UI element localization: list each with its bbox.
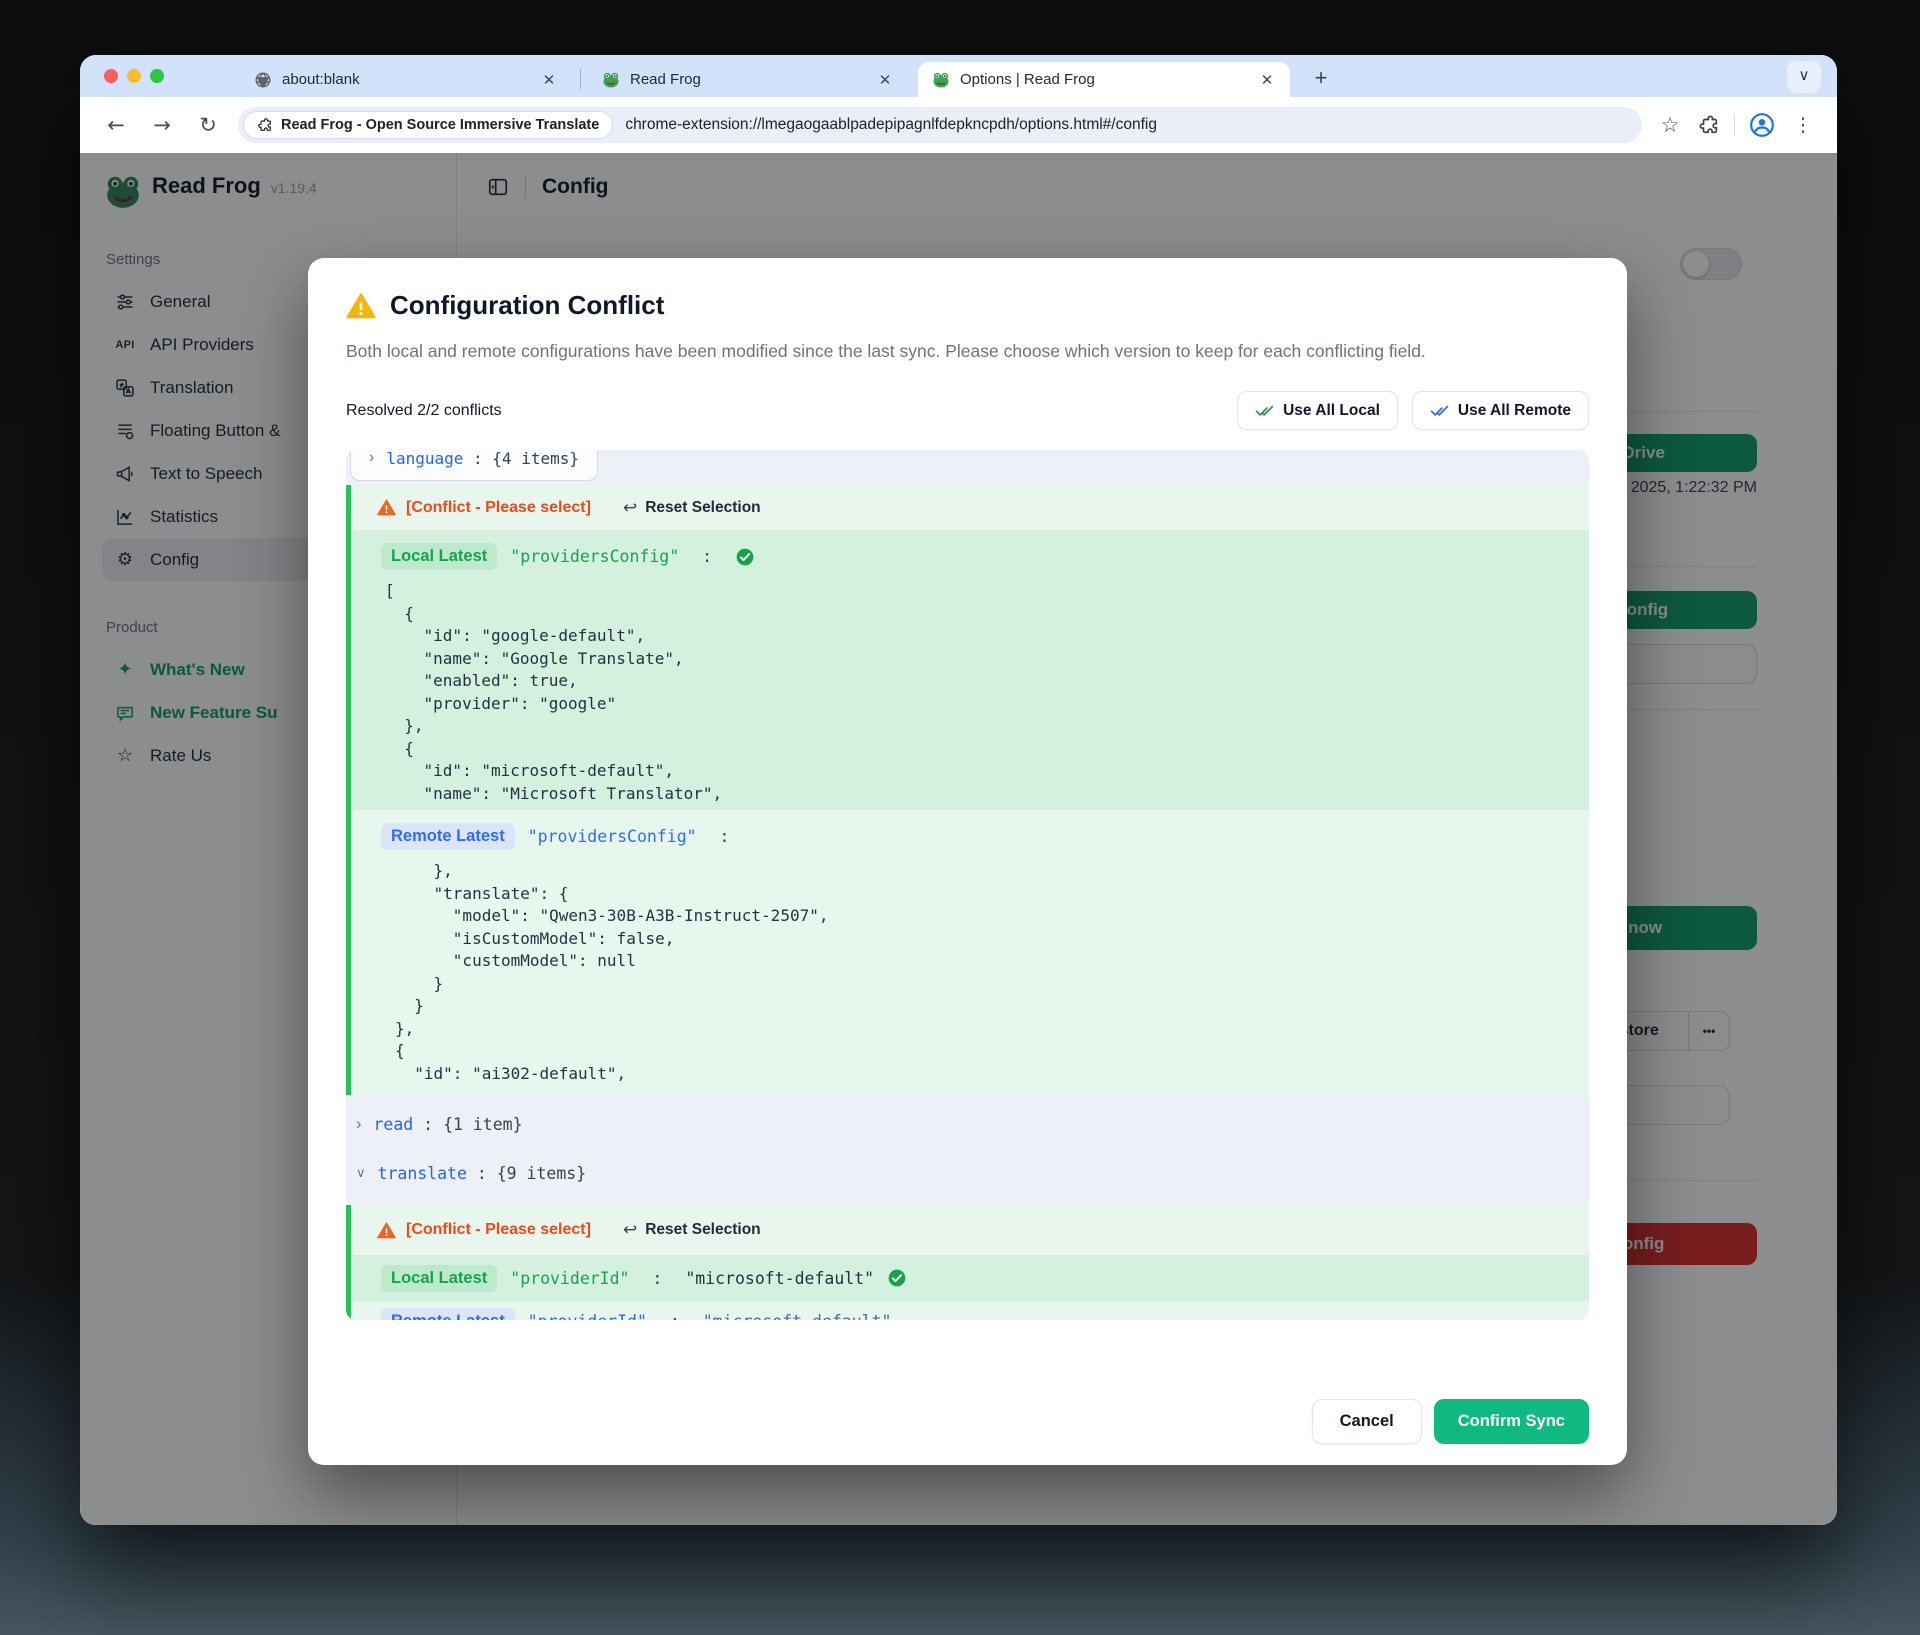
conflict-label: [Conflict - Please select] (406, 499, 591, 517)
configuration-conflict-dialog: Configuration Conflict Both local and re… (308, 258, 1627, 1465)
tab-separator (580, 69, 581, 89)
back-icon[interactable]: ← (100, 113, 132, 137)
tab-title: Read Frog (630, 71, 866, 88)
conflict-label: [Conflict - Please select] (406, 1221, 591, 1239)
conflict-group-providers: [Conflict - Please select] ↩ Reset Selec… (346, 485, 1589, 1095)
puzzle-icon (257, 117, 273, 133)
separator: : (692, 547, 722, 566)
use-all-remote-label: Use All Remote (1458, 402, 1571, 420)
url-text: chrome-extension://lmegaogaablpadepipagn… (625, 116, 1157, 134)
remote-latest-section[interactable]: Remote Latest "providersConfig" : }, "tr… (351, 810, 1589, 1095)
json-value: "microsoft-default" (685, 1269, 874, 1288)
remote-latest-row[interactable]: Remote Latest "providerId" : "microsoft-… (351, 1301, 1589, 1320)
separator: : (467, 1164, 497, 1183)
toolbar-separator (1734, 114, 1735, 136)
window-controls (104, 69, 164, 83)
json-key: "providersConfig" (528, 827, 697, 846)
new-tab-button[interactable]: + (1306, 64, 1336, 94)
json-key: language (386, 450, 463, 468)
confirm-sync-button[interactable]: Confirm Sync (1434, 1399, 1589, 1444)
dialog-description: Both local and remote configurations hav… (346, 337, 1536, 365)
separator: : (463, 450, 492, 468)
warning-icon (346, 291, 376, 321)
json-value: "microsoft-default" (703, 1312, 892, 1321)
double-check-icon (1430, 401, 1449, 420)
tab-title: about:blank (282, 71, 530, 88)
remote-json-snippet: }, "translate": { "model": "Qwen3-30B-A3… (395, 860, 1569, 1085)
translate-row[interactable]: ∨ translate : {9 items} (346, 1151, 1589, 1195)
resolved-count: Resolved 2/2 conflicts (346, 402, 502, 420)
undo-icon: ↩ (623, 1220, 637, 1240)
separator: : (660, 1312, 690, 1321)
close-tab-icon[interactable]: ✕ (876, 71, 894, 89)
json-key: translate (378, 1164, 467, 1183)
undo-icon: ↩ (623, 498, 637, 518)
separator: : (643, 1269, 673, 1288)
profile-avatar-icon[interactable] (1749, 112, 1775, 138)
json-key: "providerId" (510, 1269, 629, 1288)
use-all-local-button[interactable]: Use All Local (1237, 391, 1398, 430)
selected-check-icon (887, 1268, 907, 1288)
chevron-down-icon: ∨ (356, 1165, 366, 1181)
local-latest-section[interactable]: Local Latest "providersConfig" : [ { "id… (351, 530, 1589, 810)
browser-toolbar: ← → ↻ Read Frog - Open Source Immersive … (80, 97, 1837, 153)
separator: : (710, 827, 740, 846)
reset-selection-button[interactable]: ↩ Reset Selection (623, 498, 761, 518)
tab-strip: about:blank ✕ Read Frog ✕ Options | Read… (80, 55, 1837, 97)
read-row[interactable]: › read : {1 item} (346, 1102, 1589, 1146)
extension-name-chip[interactable]: Read Frog - Open Source Immersive Transl… (243, 111, 613, 139)
separator: : (413, 1115, 443, 1134)
bookmark-star-icon[interactable]: ☆ (1656, 113, 1684, 137)
item-count: {9 items} (497, 1164, 586, 1183)
item-count: {4 items} (492, 450, 579, 468)
close-tab-icon[interactable]: ✕ (540, 71, 558, 89)
frog-icon (602, 71, 620, 89)
forward-icon[interactable]: → (146, 113, 178, 137)
reset-selection-button[interactable]: ↩ Reset Selection (623, 1220, 761, 1240)
reset-selection-label: Reset Selection (645, 1221, 760, 1239)
close-window-button[interactable] (104, 69, 118, 83)
reload-icon[interactable]: ↻ (192, 113, 224, 137)
language-row[interactable]: › language : {4 items} (350, 450, 598, 481)
tab-title: Options | Read Frog (960, 71, 1248, 88)
dialog-title: Configuration Conflict (390, 290, 664, 321)
use-all-local-label: Use All Local (1283, 402, 1380, 420)
chevron-right-icon: › (356, 1115, 362, 1134)
zoom-window-button[interactable] (150, 69, 164, 83)
frog-icon (932, 71, 950, 89)
local-latest-badge: Local Latest (381, 1265, 497, 1292)
local-json-snippet: [ { "id": "google-default", "name": "Goo… (385, 580, 1569, 805)
conflict-warning-icon (377, 1221, 396, 1240)
extensions-icon[interactable] (1698, 114, 1720, 136)
globe-icon (254, 71, 272, 89)
remote-latest-badge: Remote Latest (381, 823, 515, 850)
local-latest-row[interactable]: Local Latest "providerId" : "microsoft-d… (351, 1255, 1589, 1301)
tab-options-read-frog[interactable]: Options | Read Frog ✕ (918, 62, 1290, 97)
close-tab-icon[interactable]: ✕ (1258, 71, 1276, 89)
use-all-remote-button[interactable]: Use All Remote (1412, 391, 1589, 430)
remote-latest-badge: Remote Latest (381, 1308, 515, 1321)
extension-name: Read Frog - Open Source Immersive Transl… (281, 117, 599, 133)
conflict-group-provider-id: [Conflict - Please select] ↩ Reset Selec… (346, 1205, 1589, 1320)
address-bar[interactable]: Read Frog - Open Source Immersive Transl… (238, 107, 1642, 143)
tab-about-blank[interactable]: about:blank ✕ (240, 62, 572, 97)
json-key: "providerId" (528, 1312, 647, 1321)
browser-menu-icon[interactable]: ⋮ (1789, 114, 1817, 136)
json-key: "providersConfig" (510, 547, 679, 566)
cancel-button[interactable]: Cancel (1312, 1399, 1422, 1444)
item-count: {1 item} (443, 1115, 522, 1134)
local-latest-badge: Local Latest (381, 543, 497, 570)
chevron-right-icon: › (369, 450, 374, 467)
selected-check-icon (735, 547, 755, 567)
minimize-window-button[interactable] (127, 69, 141, 83)
double-check-icon (1255, 401, 1274, 420)
conflict-warning-icon (377, 498, 396, 517)
browser-window: about:blank ✕ Read Frog ✕ Options | Read… (80, 55, 1837, 1525)
diff-viewer[interactable]: › language : {4 items} [Conflict - Pleas… (346, 450, 1589, 1320)
tab-read-frog[interactable]: Read Frog ✕ (588, 62, 908, 97)
tab-search-button[interactable]: ∨ (1787, 61, 1821, 93)
reset-selection-label: Reset Selection (645, 499, 760, 517)
json-key: read (374, 1115, 414, 1134)
